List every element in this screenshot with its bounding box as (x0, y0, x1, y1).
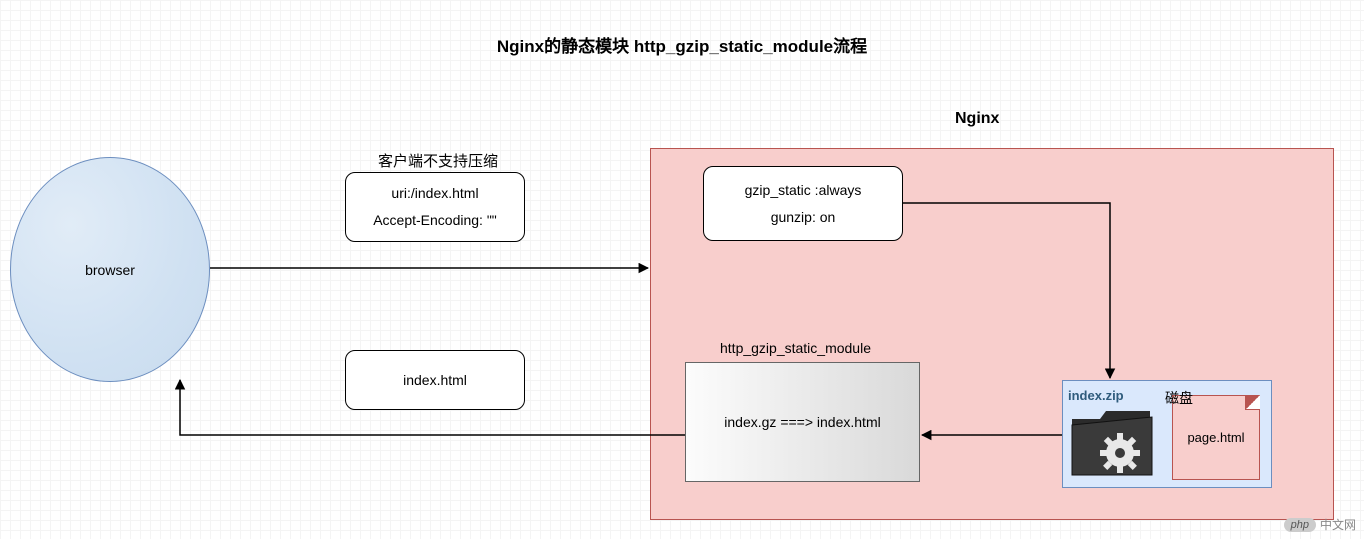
disk-label: 磁盘 (1165, 388, 1193, 408)
module-name-label: http_gzip_static_module (720, 340, 871, 356)
request-uri: uri:/index.html (391, 180, 478, 207)
browser-label: browser (85, 262, 135, 278)
response-file: index.html (403, 367, 467, 394)
index-zip-label: index.zip (1068, 388, 1124, 403)
module-box: index.gz ===> index.html (685, 362, 920, 482)
php-badge-icon: php (1284, 518, 1316, 532)
module-transform: index.gz ===> index.html (724, 414, 880, 430)
nginx-area-label: Nginx (955, 110, 999, 128)
page-file-label: page.html (1187, 430, 1244, 445)
nginx-config-box: gzip_static :always gunzip: on (703, 166, 903, 241)
client-no-compress-label: 客户端不支持压缩 (378, 150, 498, 171)
watermark: php 中文网 (1284, 516, 1356, 533)
config-gunzip: gunzip: on (771, 204, 836, 231)
diagram-title: Nginx的静态模块 http_gzip_static_module流程 (0, 32, 1364, 57)
config-gzip-static: gzip_static :always (745, 177, 862, 204)
response-box: index.html (345, 350, 525, 410)
folder-gear-icon (1070, 405, 1154, 480)
request-encoding: Accept-Encoding: "" (373, 207, 497, 234)
watermark-text: 中文网 (1320, 516, 1356, 533)
request-box: uri:/index.html Accept-Encoding: "" (345, 172, 525, 242)
browser-node: browser (10, 157, 210, 382)
